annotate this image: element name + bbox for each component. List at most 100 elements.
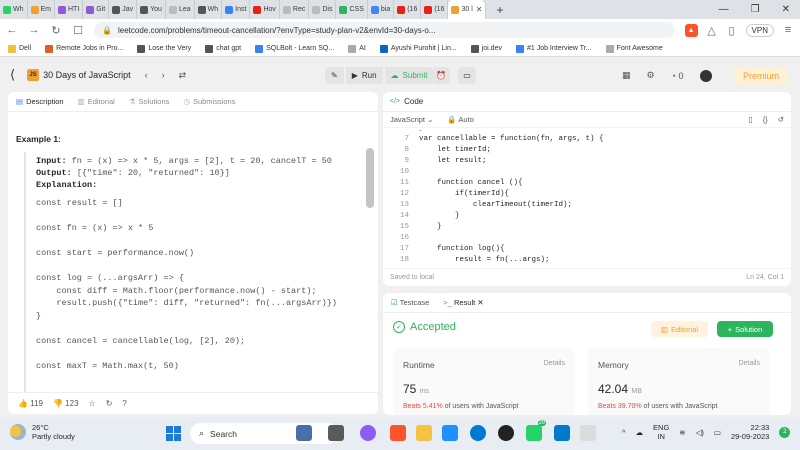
browser-tab[interactable]: Wh (195, 0, 223, 19)
browser-tab[interactable]: HTI (55, 0, 84, 19)
tab-testcase[interactable]: ☑ Testcase (391, 298, 429, 307)
clock[interactable]: 22:33 29-09-2023 (731, 423, 769, 441)
menu-icon[interactable]: ≡ (782, 24, 794, 36)
bookmark-item[interactable]: Font Awesome (605, 44, 663, 53)
run-button[interactable]: ▶ Run (345, 67, 383, 84)
back-icon[interactable]: ← (6, 24, 18, 36)
language-indicator[interactable]: ENG IN (653, 423, 669, 441)
battery-icon[interactable]: ▭ (714, 428, 721, 437)
browser-tab[interactable]: (16 (421, 0, 449, 19)
notes-button[interactable]: ▭ (458, 67, 476, 84)
browser-tab[interactable]: Wh (0, 0, 28, 19)
dislike-button[interactable]: 👎 123 (53, 399, 79, 408)
cloud-icon[interactable]: ☁ (636, 428, 644, 437)
file-explorer-icon[interactable] (416, 425, 432, 441)
code-editor[interactable]: 6} 7 var cancellable = function(fn, args, … (383, 130, 791, 268)
tab-solutions[interactable]: ⚗ Solutions (129, 97, 170, 106)
submit-button[interactable]: ☁ Submit (384, 67, 434, 84)
browser-tab[interactable]: Lea (166, 0, 195, 19)
tab-submissions[interactable]: ◷ Submissions (183, 97, 235, 106)
vpn-button[interactable]: VPN (745, 23, 774, 37)
next-problem-icon[interactable]: › (162, 70, 165, 80)
like-button[interactable]: 👍 119 (18, 399, 43, 408)
reset-icon[interactable]: ↺ (778, 115, 784, 124)
close-window-button[interactable]: ✕ (782, 4, 790, 15)
reload-icon[interactable]: ↻ (50, 24, 62, 37)
vscode-icon[interactable] (554, 425, 570, 441)
bookmark-item[interactable]: AI (348, 44, 366, 53)
debug-button[interactable]: ✎ (325, 67, 344, 84)
tab-description[interactable]: ▤ Description (16, 97, 64, 106)
runtime-details-link[interactable]: Details (544, 360, 565, 367)
tab-result[interactable]: >_ Result ✕ (443, 298, 483, 307)
settings-gear-icon[interactable]: ⚙ (647, 70, 655, 81)
browser-tab[interactable]: Rec (280, 0, 310, 19)
favorite-star-icon[interactable]: ☆ (89, 399, 96, 408)
study-plan-title[interactable]: 30 Days of JavaScript (43, 70, 131, 80)
chat-icon[interactable] (360, 425, 376, 441)
forward-icon[interactable]: → (28, 24, 40, 36)
browser-tab[interactable]: Hov (250, 0, 280, 19)
maximize-button[interactable]: ❐ (751, 4, 760, 15)
edge-browser-icon[interactable] (470, 425, 486, 441)
url-field[interactable]: 🔒 leetcode.com/problems/timeout-cancella… (94, 22, 675, 38)
dell-icon[interactable] (498, 425, 514, 441)
close-tab-icon[interactable]: ✕ (477, 298, 483, 307)
memory-card[interactable]: Memory Details 42.04 MB Beats 39.70% of … (588, 348, 770, 415)
bookmark-icon[interactable]: ▯ (749, 115, 753, 124)
taskbar-search[interactable]: ⌕ Search (190, 423, 338, 444)
shuffle-icon[interactable]: ⇄ (179, 70, 187, 81)
user-avatar[interactable] (699, 69, 712, 82)
braces-icon[interactable]: {} (763, 115, 768, 124)
bookmark-item[interactable]: SQLBolt - Learn SQ... (255, 44, 334, 53)
minimize-button[interactable]: — (719, 4, 729, 15)
bookmark-item[interactable]: chat gpt (205, 44, 241, 53)
bookmark-item[interactable]: #1 Job Interview Tr... (515, 44, 592, 53)
editorial-button[interactable]: ▥ Editorial (651, 321, 708, 337)
browser-tab[interactable]: Jav (109, 0, 138, 19)
browser-tab[interactable]: Em (28, 0, 55, 19)
new-tab-button[interactable]: + (496, 3, 503, 17)
leetcode-logo-icon[interactable]: ⟨ (10, 67, 15, 83)
brave-shield-icon[interactable]: ▲ (684, 23, 698, 37)
taskbar-app-icon-2[interactable] (580, 425, 596, 441)
volume-icon[interactable]: ◁) (696, 428, 704, 437)
taskbar-app-icon[interactable] (296, 425, 312, 441)
close-tab-icon[interactable]: ✕ (476, 5, 483, 14)
bookmark-item[interactable]: Remote Jobs in Pro... (45, 44, 123, 53)
share-icon[interactable]: ↻ (106, 399, 113, 408)
bookmark-item[interactable]: Dell (8, 44, 31, 53)
runtime-card[interactable]: Runtime Details 75 ms Beats 5.41% of use… (393, 348, 575, 415)
browser-tab[interactable]: CSS (336, 0, 368, 19)
tab-editorial[interactable]: ▥ Editorial (78, 97, 115, 106)
bookmark-item[interactable]: Lose the Very (137, 44, 191, 53)
sidebar-icon[interactable]: ▯ (726, 24, 738, 37)
browser-tab[interactable]: You (137, 0, 166, 19)
notification-badge[interactable]: 2 (779, 426, 791, 438)
whatsapp-icon[interactable]: 29 (526, 420, 546, 441)
browser-tab[interactable]: Inst (222, 0, 251, 19)
timer-button[interactable]: ⏰ (432, 67, 450, 84)
premium-button[interactable]: Premium (734, 67, 788, 85)
chevron-up-icon[interactable]: ^ (622, 428, 626, 437)
browser-tab[interactable]: bia (368, 0, 395, 19)
bookmark-item[interactable]: joi.dev (470, 44, 502, 53)
store-icon[interactable] (442, 425, 458, 441)
brave-browser-icon[interactable] (390, 425, 406, 441)
description-scrollbar[interactable] (366, 148, 374, 208)
prev-problem-icon[interactable]: ‹ (145, 70, 148, 80)
memory-details-link[interactable]: Details (739, 360, 760, 367)
windows-start-icon[interactable] (166, 426, 181, 441)
bookmark-page-icon[interactable]: ☐ (72, 24, 84, 37)
wifi-icon[interactable]: ≋ (679, 428, 685, 437)
rewards-icon[interactable]: △ (706, 24, 718, 37)
browser-tab[interactable]: 30 l ✕ (448, 0, 487, 19)
streak-counter[interactable]: ◔ 0 (671, 71, 684, 81)
browser-tab[interactable]: Dis (309, 0, 337, 19)
task-view-icon[interactable] (328, 425, 344, 441)
browser-tab[interactable]: Git (83, 0, 110, 19)
weather-widget[interactable]: 26°C Partly cloudy (10, 423, 75, 441)
layout-icon[interactable]: ▦ (622, 70, 631, 81)
browser-tab[interactable]: (16 (394, 0, 422, 19)
help-icon[interactable]: ? (122, 399, 126, 408)
